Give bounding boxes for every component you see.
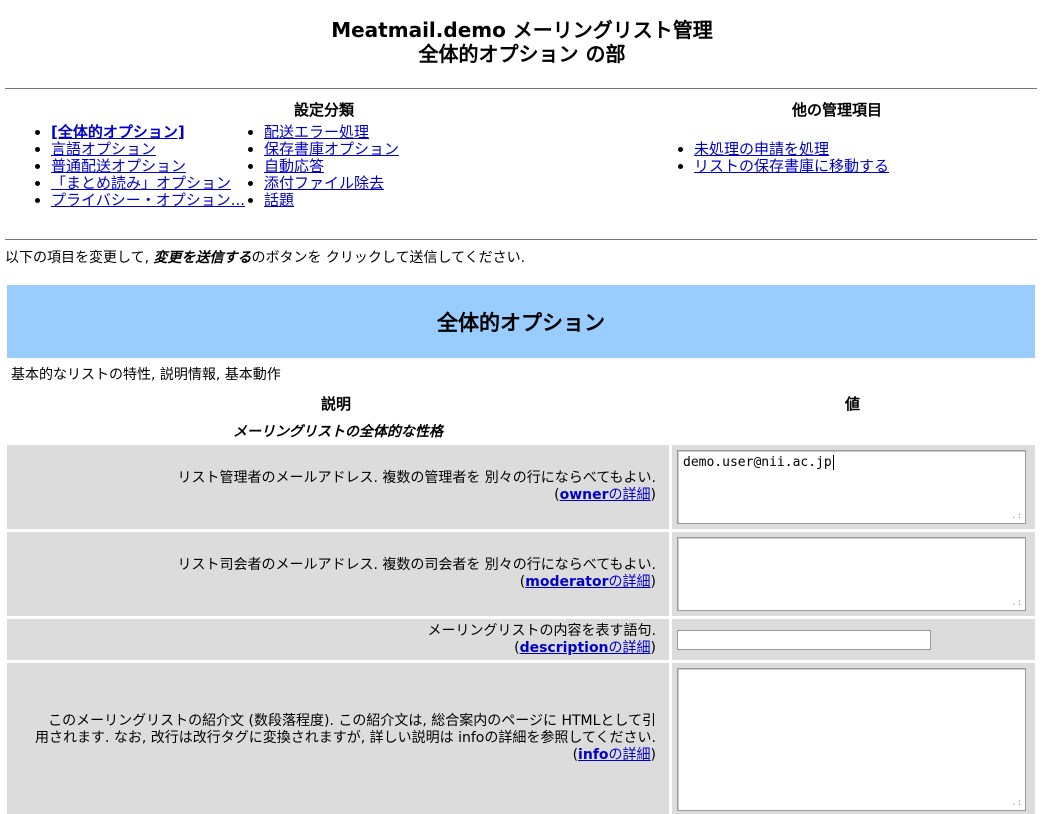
- option-row-moderator-label: リスト司会者のメールアドレス. 複数の司会者を 別々の行にならべてもよい. (m…: [7, 532, 669, 616]
- section-banner: 全体的オプション: [7, 285, 1035, 358]
- column-header-description: 説明: [321, 395, 352, 413]
- option-row-info-label: このメーリングリストの紹介文 (数段落程度). この紹介文は, 総合案内のページ…: [7, 663, 669, 814]
- option-row-moderator-value: .:: [672, 532, 1035, 616]
- owner-details-link[interactable]: ownerの詳細: [560, 487, 651, 503]
- section-title: 全体的オプション: [437, 310, 605, 335]
- nav-link-autoreply[interactable]: 自動応答: [264, 157, 324, 175]
- resize-grip-icon[interactable]: .:: [1011, 512, 1022, 521]
- option-row-owner-value: demo.user@nii.ac.jp .:: [672, 445, 1035, 529]
- option-row-info-value: .:: [672, 663, 1035, 814]
- category-heading: メーリングリストの全体的な性格: [233, 424, 443, 440]
- info-textarea[interactable]: .:: [677, 668, 1026, 811]
- nav-item-digest: 「まとめ読み」オプション: [51, 175, 245, 192]
- option-row-description-value: [672, 619, 1035, 660]
- settings-heading: 設定分類: [294, 101, 355, 119]
- description-link-suffix: の詳細: [608, 639, 651, 656]
- nav-item-topics: 話題: [264, 192, 399, 209]
- nav-link-contentfilter[interactable]: 添付ファイル除去: [264, 174, 384, 192]
- option-info-description-line1: このメーリングリストの紹介文 (数段落程度). この紹介文は, 総合案内のページ…: [48, 713, 656, 729]
- section-description: 基本的なリストの特性, 説明情報, 基本動作: [11, 367, 281, 383]
- description-input[interactable]: [677, 630, 931, 650]
- option-owner-details: (ownerの詳細): [554, 487, 656, 503]
- owner-textarea[interactable]: demo.user@nii.ac.jp .:: [677, 450, 1026, 524]
- nav-link-privacy[interactable]: プライバシー・オプション...: [51, 191, 245, 209]
- page-title-line2: 全体的オプション の部: [418, 42, 626, 66]
- nav-item-language: 言語オプション: [51, 141, 245, 158]
- settings-nav-col2: 配送エラー処理 保存書庫オプション 自動応答 添付ファイル除去 話題: [246, 124, 399, 209]
- other-heading: 他の管理項目: [792, 101, 883, 119]
- nav-item-autoreply: 自動応答: [264, 158, 399, 175]
- option-info-details: (infoの詳細): [572, 747, 656, 763]
- info-details-link[interactable]: infoの詳細: [578, 747, 650, 763]
- instruction-prefix: 以下の項目を変更して,: [5, 250, 154, 266]
- description-details-link[interactable]: descriptionの詳細: [520, 640, 651, 656]
- owner-link-suffix: の詳細: [608, 487, 651, 503]
- nav-link-language[interactable]: 言語オプション: [51, 140, 156, 158]
- moderator-link-name: moderator: [525, 574, 609, 590]
- page-title: Meatmail.demo メーリングリスト管理 全体的オプション の部: [0, 0, 1044, 66]
- nav-link-archives[interactable]: リストの保存書庫に移動する: [694, 157, 889, 175]
- option-description-details: (descriptionの詳細): [514, 639, 656, 656]
- resize-grip-icon[interactable]: .:: [1011, 799, 1022, 808]
- nav-item-archives: リストの保存書庫に移動する: [694, 158, 889, 175]
- option-owner-description: リスト管理者のメールアドレス. 複数の管理者を 別々の行にならべてもよい.: [177, 470, 656, 486]
- nav-link-nondigest[interactable]: 普通配送オプション: [51, 157, 186, 175]
- settings-nav-col1: [全体的オプション] 言語オプション 普通配送オプション 「まとめ読み」オプショ…: [33, 124, 245, 209]
- instruction-suffix: のボタンを クリックして送信してください.: [251, 250, 526, 266]
- info-link-name: info: [578, 747, 609, 763]
- nav-item-archive: 保存書庫オプション: [264, 141, 399, 158]
- moderator-textarea[interactable]: .:: [677, 537, 1026, 611]
- text-cursor: [832, 455, 834, 470]
- nav-item-pending: 未処理の申請を処理: [694, 141, 889, 158]
- nav-item-contentfilter: 添付ファイル除去: [264, 175, 399, 192]
- option-description-description: メーリングリストの内容を表す語句.: [427, 622, 656, 639]
- option-moderator-details: (moderatorの詳細): [519, 574, 656, 590]
- owner-link-name: owner: [559, 487, 609, 503]
- nav-item-bounce: 配送エラー処理: [264, 124, 399, 141]
- nav-link-general[interactable]: [全体的オプション]: [51, 123, 185, 141]
- moderator-details-link[interactable]: moderatorの詳細: [525, 574, 650, 590]
- option-row-description-label: メーリングリストの内容を表す語句. (descriptionの詳細): [7, 619, 669, 660]
- nav-link-digest[interactable]: 「まとめ読み」オプション: [51, 174, 231, 192]
- resize-grip-icon[interactable]: .:: [1011, 599, 1022, 608]
- top-divider: [5, 88, 1037, 89]
- moderator-link-suffix: の詳細: [608, 574, 651, 590]
- page-title-line1: Meatmail.demo メーリングリスト管理: [331, 18, 713, 42]
- instruction-text: 以下の項目を変更して, 変更を送信するのボタンを クリックして送信してください.: [5, 247, 525, 267]
- owner-value: demo.user@nii.ac.jp: [683, 455, 832, 470]
- nav-link-topics[interactable]: 話題: [264, 191, 294, 209]
- nav-link-bounce[interactable]: 配送エラー処理: [264, 123, 369, 141]
- nav-link-pending[interactable]: 未処理の申請を処理: [694, 140, 829, 158]
- column-header-value: 値: [845, 395, 861, 413]
- option-row-owner-label: リスト管理者のメールアドレス. 複数の管理者を 別々の行にならべてもよい. (o…: [7, 445, 669, 529]
- description-link-name: description: [519, 639, 609, 656]
- info-link-suffix: の詳細: [608, 747, 651, 763]
- nav-link-archive[interactable]: 保存書庫オプション: [264, 140, 399, 158]
- nav-divider: [5, 239, 1037, 240]
- instruction-emphasis: 変更を送信する: [153, 250, 252, 266]
- nav-item-general: [全体的オプション]: [51, 124, 245, 141]
- option-info-description-line2: 用されます. なお, 改行は改行タグに変換されますが, 詳しい説明は infoの…: [34, 730, 656, 746]
- nav-item-privacy: プライバシー・オプション...: [51, 192, 245, 209]
- option-moderator-description: リスト司会者のメールアドレス. 複数の司会者を 別々の行にならべてもよい.: [177, 557, 656, 573]
- other-nav: 未処理の申請を処理 リストの保存書庫に移動する: [676, 141, 889, 175]
- nav-item-nondigest: 普通配送オプション: [51, 158, 245, 175]
